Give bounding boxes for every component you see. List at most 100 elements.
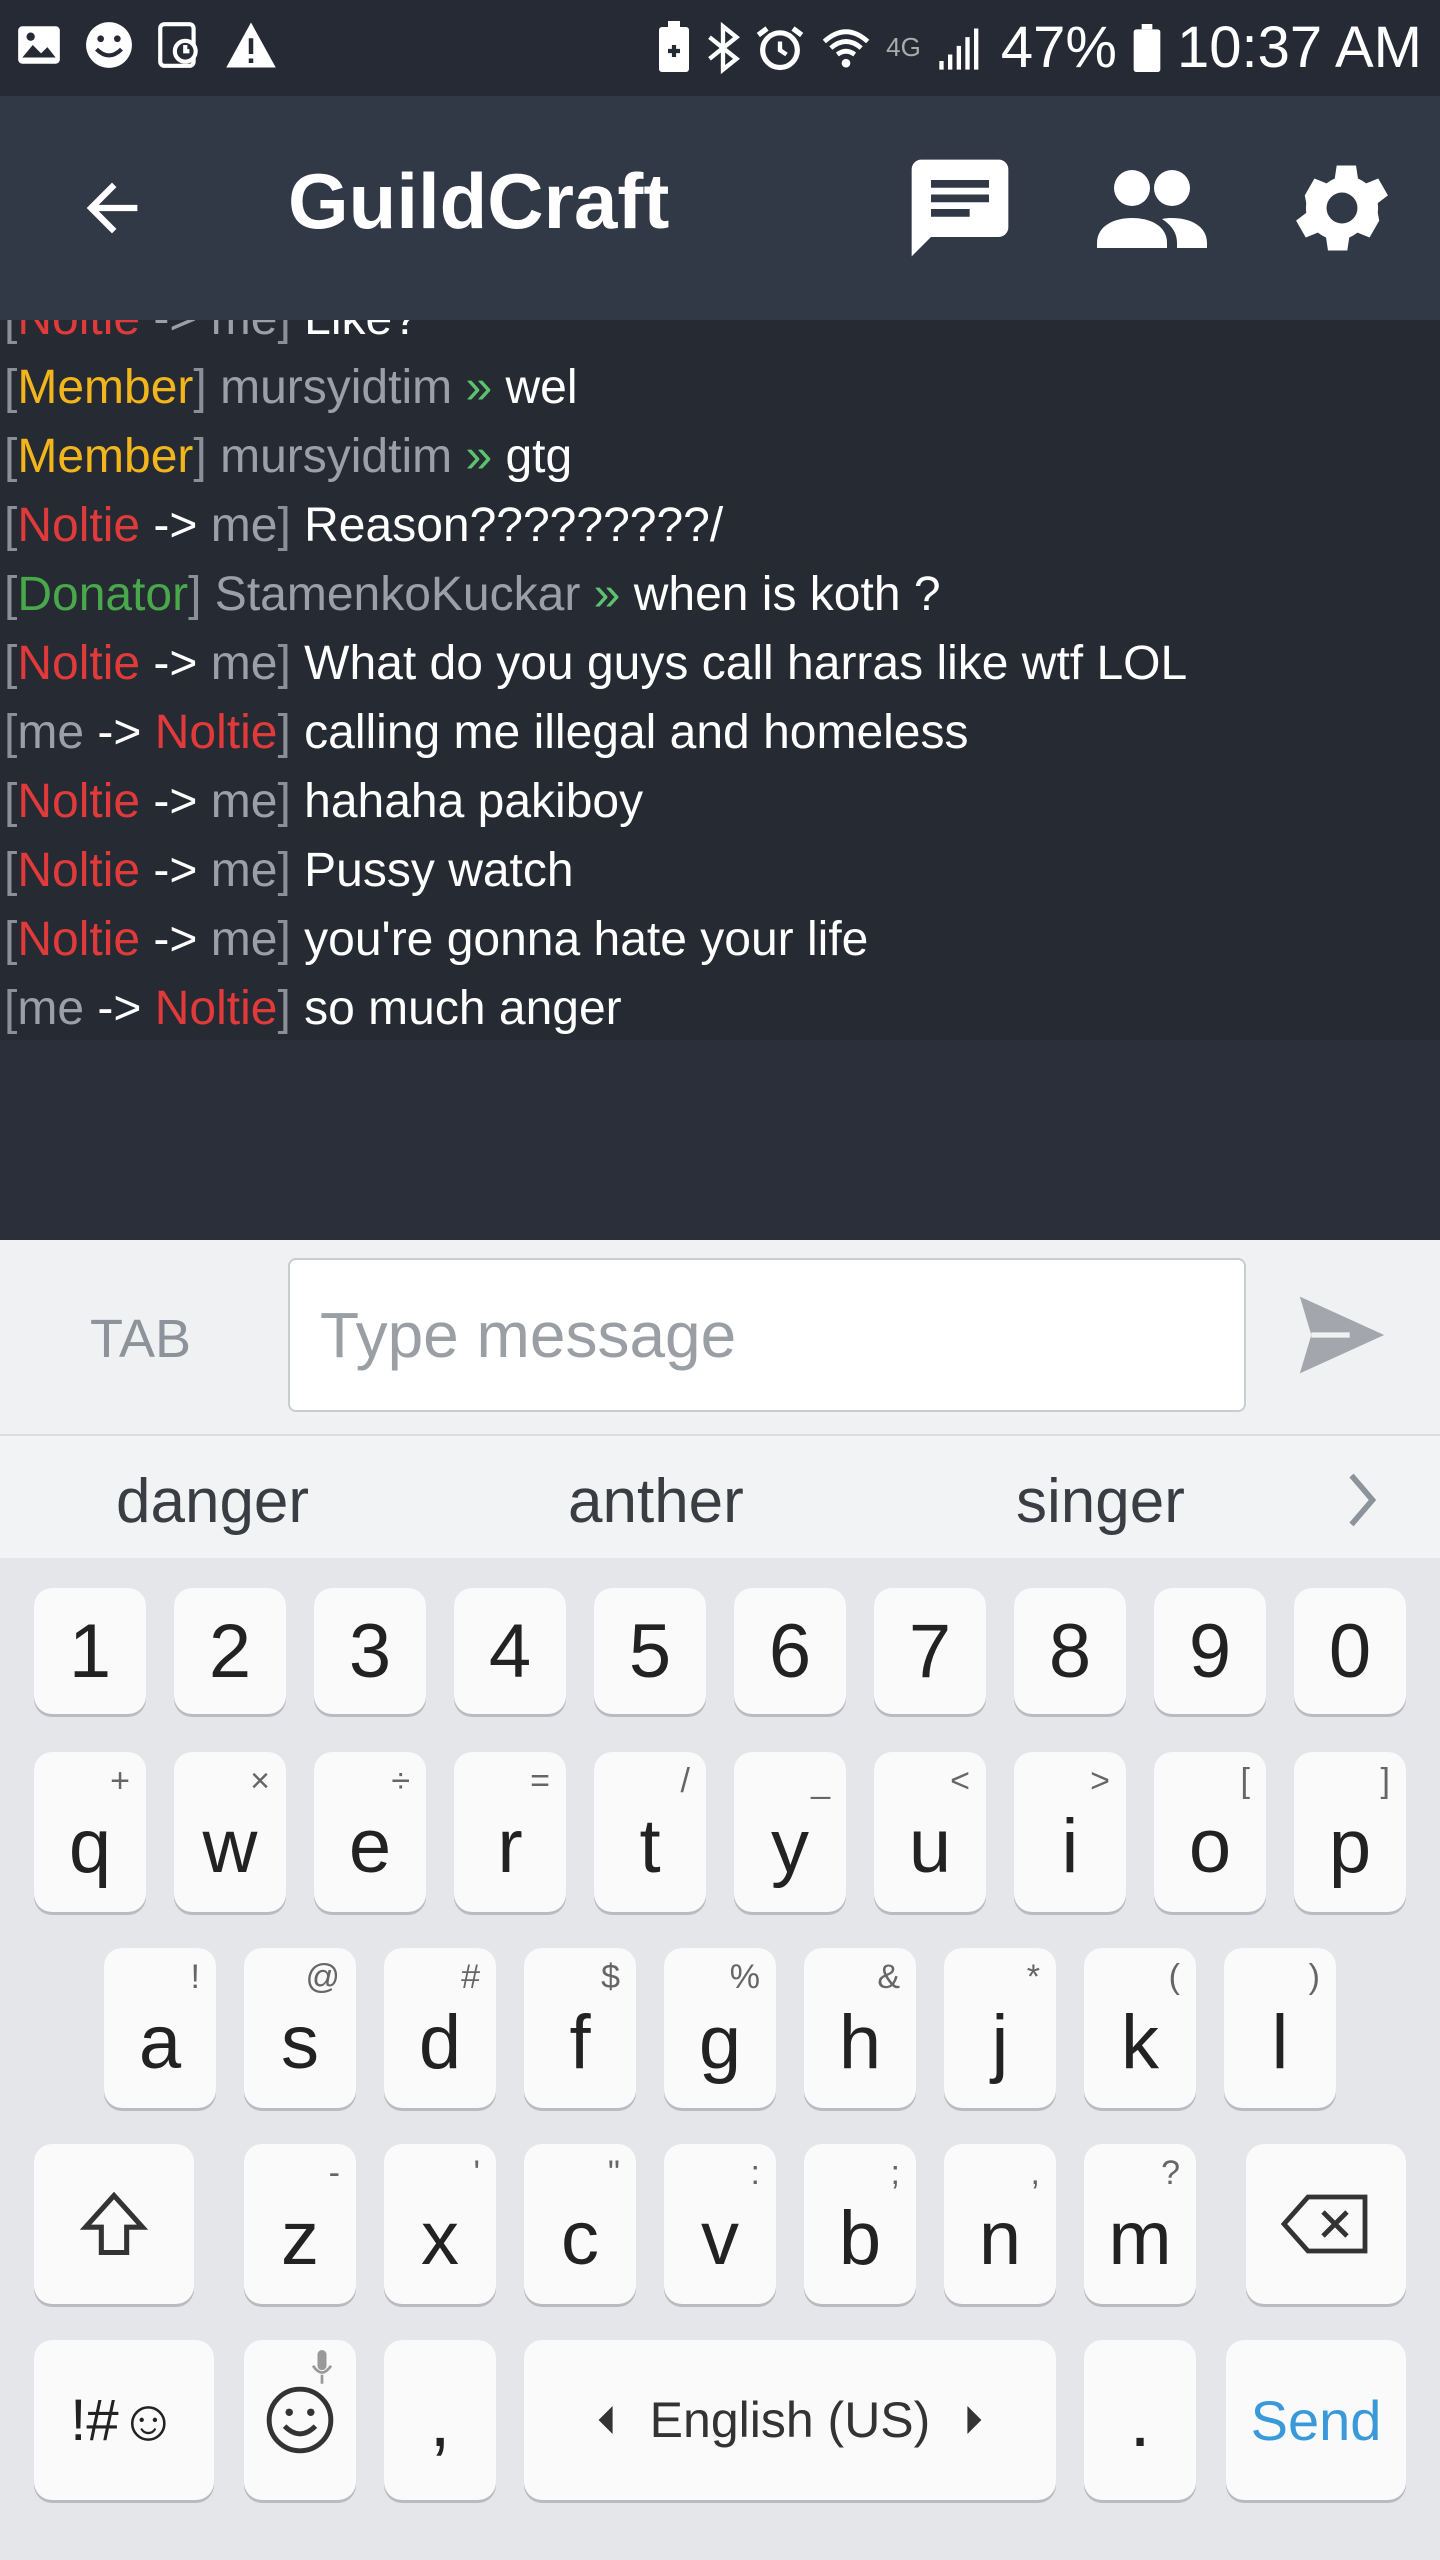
key-p[interactable]: ] p [1294,1752,1406,1912]
tab-button[interactable]: TAB [90,1308,191,1370]
page-title: GuildCraft [288,157,670,245]
language-label: English (US) [649,2392,931,2448]
gear-icon [1296,165,1388,251]
caret-right-icon [967,2406,982,2434]
key-v[interactable]: :v [664,2144,776,2304]
shift-icon [79,2191,149,2256]
key-i[interactable]: > i [1014,1752,1126,1912]
arrow-left-icon [86,182,138,234]
key-n[interactable]: ,n [944,2144,1056,2304]
shift-key[interactable] [34,2144,194,2304]
app-toolbar: GuildCraft [0,96,1440,320]
chat-line: [Member] mursyidtim » gtg [4,430,573,483]
wifi-icon [822,28,870,67]
key-1[interactable]: 1 [34,1588,146,1714]
key-o[interactable]: [o [1154,1752,1266,1912]
period-key[interactable]: . [1084,2340,1196,2500]
key-3[interactable]: 3 [314,1588,426,1714]
battery-percent: 47% [1000,15,1117,80]
key-d[interactable]: # d [384,1948,496,2108]
message-icon [911,159,1009,257]
suggestion[interactable]: danger [116,1466,309,1537]
key-9[interactable]: 9 [1154,1588,1266,1714]
keyboard: 1 2 3 4 5 6 7 8 9 0 + q × w ÷ e = r / t _ y < u… [0,1558,1440,2560]
battery-icon [1133,23,1161,72]
screenshot-icon [158,22,198,68]
chat-line: [me -> Noltie] calling me illegal and ho… [4,706,969,759]
battery-saver-icon [659,20,690,72]
message-input[interactable] [288,1258,1246,1412]
people-icon [1097,170,1207,248]
backspace-icon [1281,2194,1368,2254]
key-e[interactable]: ÷ e [314,1752,426,1912]
key-u[interactable]: < u [874,1752,986,1912]
key-h[interactable]: & h [804,1948,916,2108]
system-status: 4G 47% 10:37 AM [656,14,1422,81]
key-j[interactable]: * j [944,1948,1056,2108]
key-t[interactable]: / t [594,1752,706,1912]
clock: 10:37 AM [1176,15,1422,80]
key-x[interactable]: ' x [384,2144,496,2304]
backspace-key[interactable] [1246,2144,1406,2304]
comma-key[interactable]: , [384,2340,496,2500]
key-m[interactable]: ? m [1084,2144,1196,2304]
caret-left-icon [598,2406,613,2434]
network-type: 4G [886,32,921,62]
members-button[interactable] [1092,148,1212,268]
status-bar: 4G 47% 10:37 AM [0,0,1440,96]
key-5[interactable]: 5 [594,1588,706,1714]
keyboard-send-key[interactable]: Send [1226,2340,1406,2500]
key-k[interactable]: (k [1084,1948,1196,2108]
chevron-right-icon[interactable] [1342,1472,1382,1528]
key-y[interactable]: _ y [734,1752,846,1912]
send-button[interactable] [1296,1292,1388,1383]
symbols-key[interactable]: !#☺ [34,2340,214,2500]
chat-line: [Noltie -> me] Pussy watch [4,844,574,897]
settings-button[interactable] [1282,148,1402,268]
back-button[interactable] [52,148,172,268]
key-a[interactable]: ! a [104,1948,216,2108]
key-8[interactable]: 8 [1014,1588,1126,1714]
message-input-bar: TAB [0,1240,1440,1434]
key-b[interactable]: ; b [804,2144,916,2304]
key-z[interactable]: -z [244,2144,356,2304]
key-c[interactable]: " c [524,2144,636,2304]
chat-line: [Member] mursyidtim » wel [4,361,578,414]
send-icon [1299,1296,1385,1374]
chat-line: [Noltie -> me] Like? [4,320,419,353]
space-key[interactable]: English (US) [524,2340,1056,2500]
chat-line: [Noltie -> me] hahaha pakiboy [4,775,644,828]
key-l[interactable]: ) l [1224,1948,1336,2108]
emoji-icon [266,2386,334,2454]
emoji-icon [86,22,132,68]
key-r[interactable]: = r [454,1752,566,1912]
key-q[interactable]: + q [34,1752,146,1912]
chat-line: [Donator] StamenkoKuckar » when is koth … [4,568,941,621]
key-6[interactable]: 6 [734,1588,846,1714]
chat-line: [Noltie -> me] What do you guys call har… [4,637,1188,690]
suggestion[interactable]: singer [1016,1466,1185,1537]
key-4[interactable]: 4 [454,1588,566,1714]
key-g[interactable]: % g [664,1948,776,2108]
signal-icon [939,28,979,70]
image-icon [18,26,60,64]
emoji-key[interactable] [244,2340,356,2500]
key-2[interactable]: 2 [174,1588,286,1714]
warning-icon [226,22,276,68]
chat-log[interactable]: [Noltie -> me] Like? [Member] mursyidtim… [0,320,1440,1040]
key-f[interactable]: $ f [524,1948,636,2108]
chat-line: [me -> Noltie] so much anger [4,982,622,1035]
key-0[interactable]: 0 [1294,1588,1406,1714]
chat-line: [Noltie -> me] Reason?????????/ [4,499,724,552]
suggestion-bar: danger anther singer [0,1434,1440,1560]
notification-icons [14,20,278,70]
alarm-icon [756,25,804,70]
chat-line: [Noltie -> me] you're gonna hate your li… [4,913,869,966]
key-7[interactable]: 7 [874,1588,986,1714]
bluetooth-icon [708,21,741,74]
microphone-icon [311,2350,333,2384]
key-s[interactable]: @ s [244,1948,356,2108]
suggestion[interactable]: anther [568,1466,744,1537]
key-w[interactable]: × w [174,1752,286,1912]
chat-button[interactable] [900,148,1020,268]
